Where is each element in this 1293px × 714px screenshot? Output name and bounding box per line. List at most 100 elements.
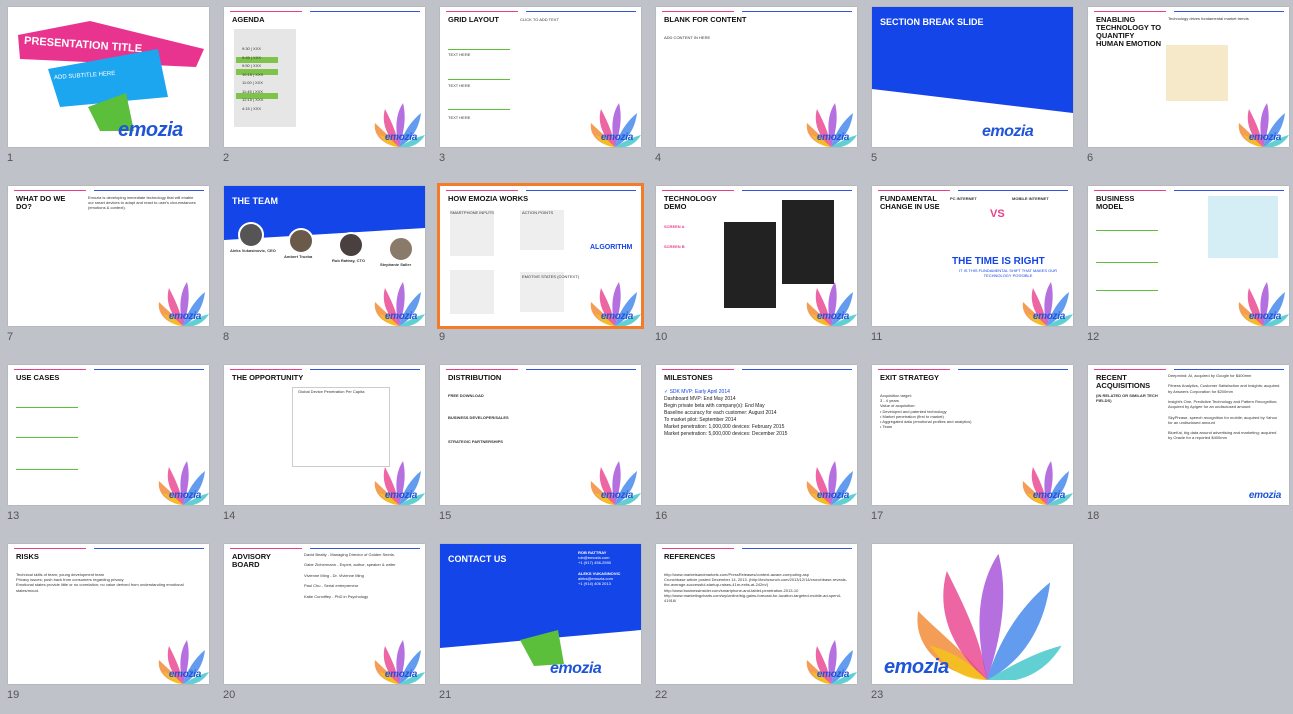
emozia-logo: emozia: [816, 490, 849, 501]
emozia-logo: emozia: [884, 656, 949, 678]
slide-thumb-21[interactable]: CONTACT US ROB RATTRAY rob@emozia.com +1 (…: [439, 544, 641, 701]
slide-sorter-view: { "colors": {"accent_blue":"#1345e8","pi…: [0, 0, 1293, 714]
slide-title: THE OPPORTUNITY: [232, 373, 304, 382]
slide-9-selected[interactable]: HOW EMOZIA WORKS SMARTPHONE INPUTS ACTIO…: [437, 183, 644, 329]
slide-thumb-2[interactable]: AGENDA 9:30 | XXX 9:45 | XXX 9:50 | XXX 10:…: [223, 7, 425, 164]
emozia-logo: emozia: [384, 311, 417, 322]
slide-title: BUSINESS MODEL: [1096, 194, 1135, 211]
contact-1: ROB RATTRAY rob@emozia.com +1 (917) 456-25…: [578, 550, 621, 587]
slide-3[interactable]: GRID LAYOUT CLICK TO ADD TEXT TEXT HERE …: [440, 7, 641, 147]
slide-1[interactable]: PRESENTATION TITLE ADD SUBTITLE HERE emo…: [8, 7, 209, 147]
emozia-logo: emozia: [1248, 490, 1281, 501]
emozia-logo: emozia: [168, 311, 201, 322]
slide-6[interactable]: ENABLING TECHNOLOGY TO QUANTIFY HUMAN EM…: [1088, 7, 1289, 147]
slide-thumb-23[interactable]: emozia 23: [871, 544, 1073, 701]
slide-22[interactable]: REFERENCES http://www.marketsandmarkets.…: [656, 544, 857, 684]
slide-number: 15: [439, 510, 452, 522]
slide-16[interactable]: MILESTONES ✓ SDK MVP: Early April 2014 D…: [656, 365, 857, 505]
risk-list: Technical skills of team; young developm…: [16, 572, 184, 593]
slide-thumb-18[interactable]: RECENT ACQUISITIONS (IN RELATED OR SIMIL…: [1087, 365, 1289, 522]
slide-number: 5: [871, 152, 878, 164]
emozia-logo: emozia: [118, 119, 183, 141]
slide-title: RISKS: [16, 552, 39, 561]
slide-21[interactable]: CONTACT US ROB RATTRAY rob@emozia.com +1 (…: [440, 544, 641, 684]
slide-13[interactable]: USE CASES emozia: [8, 365, 209, 505]
emozia-logo: emozia: [550, 660, 602, 677]
emozia-logo: emozia: [168, 490, 201, 501]
slide-thumb-4[interactable]: BLANK FOR CONTENT ADD CONTENT IN HERE em…: [655, 7, 857, 164]
slide-thumb-17[interactable]: EXIT STRATEGY Acquisition target: 3 - 4 y…: [871, 365, 1073, 522]
slide-thumb-5[interactable]: SECTION BREAK SLIDE emozia 5: [871, 7, 1073, 164]
slide-17[interactable]: EXIT STRATEGY Acquisition target: 3 - 4 y…: [872, 365, 1073, 505]
slide-number: 17: [871, 510, 884, 522]
slide-number: 12: [1087, 331, 1100, 343]
slide-title: EXIT STRATEGY: [880, 373, 940, 382]
opportunity-chart: [292, 387, 390, 467]
acquisition-list: Deepmind: AI, acquired by Google for $40…: [1168, 373, 1280, 441]
agenda-list: 9:30 | XXX 9:45 | XXX 9:50 | XXX 10:15 | XX…: [242, 46, 264, 111]
slide-19[interactable]: RISKS Technical skills of team; young de…: [8, 544, 209, 684]
slide-thumb-19[interactable]: RISKS Technical skills of team; young de…: [7, 544, 209, 701]
slide-thumb-7[interactable]: WHAT DO WE DO? Emozia is developing imme…: [7, 186, 209, 343]
slide-10[interactable]: TECHNOLOGY DEMO SCREEN A SCREEN B emozia: [656, 186, 857, 326]
slide-title: USE CASES: [16, 373, 60, 382]
slide-number: 9: [439, 331, 446, 343]
slide-title: AGENDA: [232, 15, 265, 24]
slide-number: 8: [223, 331, 230, 343]
slide-thumb-16[interactable]: MILESTONES ✓ SDK MVP: Early April 2014 D…: [655, 365, 857, 522]
click-to-add-text: CLICK TO ADD TEXT: [520, 17, 559, 22]
slide-thumb-22[interactable]: REFERENCES http://www.marketsandmarkets.…: [655, 544, 857, 701]
emozia-logo: emozia: [1032, 490, 1065, 501]
slide-12[interactable]: BUSINESS MODEL emozia: [1088, 186, 1289, 326]
slide-title: WHAT DO WE DO?: [16, 194, 66, 211]
slide-number: 20: [223, 689, 236, 701]
slide-23[interactable]: emozia: [872, 544, 1073, 684]
slide-18[interactable]: RECENT ACQUISITIONS (IN RELATED OR SIMIL…: [1088, 365, 1289, 505]
slide-thumb-12[interactable]: BUSINESS MODEL emozia 12: [1087, 186, 1289, 343]
phone-screen-b: [782, 200, 834, 284]
slide-thumb-14[interactable]: THE OPPORTUNITY Global Device Penetratio…: [223, 365, 425, 522]
emozia-logo: emozia: [816, 669, 849, 680]
slide-title: HOW EMOZIA WORKS: [448, 194, 529, 203]
slide-5[interactable]: SECTION BREAK SLIDE emozia: [872, 7, 1073, 147]
slide-title: CONTACT US: [448, 554, 507, 564]
slide-2[interactable]: AGENDA 9:30 | XXX 9:45 | XXX 9:50 | XXX 10:…: [224, 7, 425, 147]
emotion-image: [1166, 45, 1228, 101]
emozia-logo: emozia: [384, 669, 417, 680]
slide-number: 13: [7, 510, 20, 522]
slide-number: 4: [655, 152, 662, 164]
slide-15[interactable]: DISTRIBUTION FREE DOWNLOAD BUSINESS DEVE…: [440, 365, 641, 505]
slide-thumb-13[interactable]: USE CASES emozia 13: [7, 365, 209, 522]
emozia-logo: emozia: [982, 123, 1034, 140]
slide-7[interactable]: WHAT DO WE DO? Emozia is developing imme…: [8, 186, 209, 326]
algorithm-label: ALGORITHM: [590, 244, 633, 251]
slide-thumb-11[interactable]: FUNDAMENTAL CHANGE IN USE PC INTERNET MO…: [871, 186, 1073, 343]
slide-8[interactable]: THE TEAM Aleks Vukasinovic, CEO Ambert T…: [224, 186, 425, 326]
slide-14[interactable]: THE OPPORTUNITY Global Device Penetratio…: [224, 365, 425, 505]
slide-title: BLANK FOR CONTENT: [664, 15, 747, 24]
emozia-logo: emozia: [384, 490, 417, 501]
advisor-list: David Beatty - Managing Director of Gold…: [304, 552, 396, 599]
emozia-logo: emozia: [168, 669, 201, 680]
slide-thumb-8[interactable]: THE TEAM Aleks Vukasinovic, CEO Ambert T…: [223, 186, 425, 343]
slide-4[interactable]: BLANK FOR CONTENT ADD CONTENT IN HERE em…: [656, 7, 857, 147]
slide-number: 19: [7, 689, 20, 701]
slide-11[interactable]: FUNDAMENTAL CHANGE IN USE PC INTERNET MO…: [872, 186, 1073, 326]
exit-list: Acquisition target: 3 - 4 years Value of a…: [880, 393, 972, 430]
slide-thumb-15[interactable]: DISTRIBUTION FREE DOWNLOAD BUSINESS DEVE…: [439, 365, 641, 522]
slide-number: 6: [1087, 152, 1094, 164]
slide-thumb-10[interactable]: TECHNOLOGY DEMO SCREEN A SCREEN B emozia…: [655, 186, 857, 343]
slide-number: 11: [871, 331, 883, 343]
slide-title: GRID LAYOUT: [448, 15, 499, 24]
slide-thumb-6[interactable]: ENABLING TECHNOLOGY TO QUANTIFY HUMAN EM…: [1087, 7, 1289, 164]
emozia-logo: emozia: [600, 490, 633, 501]
slide-number: 14: [223, 510, 236, 522]
slide-20[interactable]: ADVISORY BOARD David Beatty - Managing D…: [224, 544, 425, 684]
slide-thumb-20[interactable]: ADVISORY BOARD David Beatty - Managing D…: [223, 544, 425, 701]
slide-thumb-3[interactable]: GRID LAYOUT CLICK TO ADD TEXT TEXT HERE …: [439, 7, 641, 164]
emozia-logo: emozia: [1248, 311, 1281, 322]
slide-title: DISTRIBUTION: [448, 373, 502, 382]
reference-list: http://www.marketsandmarkets.com/PressRe…: [664, 572, 847, 604]
slide-thumb-9[interactable]: HOW EMOZIA WORKS SMARTPHONE INPUTS ACTIO…: [437, 183, 644, 343]
slide-thumb-1[interactable]: PRESENTATION TITLE ADD SUBTITLE HERE emo…: [7, 7, 209, 164]
